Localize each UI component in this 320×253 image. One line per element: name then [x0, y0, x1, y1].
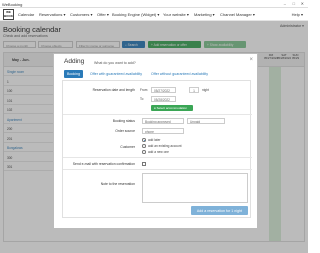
from-date-input[interactable]: 05/27/2022: [151, 87, 176, 93]
dialog-title: Adding: [64, 58, 85, 65]
booking-status-select[interactable]: Booking approved: [142, 118, 184, 124]
menu-offer[interactable]: Offer ▾: [97, 12, 109, 17]
menu-reservations[interactable]: Reservations ▾: [39, 12, 65, 17]
customer-add-later-radio[interactable]: [142, 138, 146, 142]
tab-offer-not-guaranteed[interactable]: Offer without guaranteed availability: [148, 70, 211, 78]
dates-label: Reservation date and length: [92, 88, 135, 92]
customer-option-new: add a new one: [148, 150, 169, 154]
customer-label: Customer: [120, 145, 135, 149]
note-label: Note to the reservation: [100, 182, 135, 186]
form-divider: [63, 157, 252, 158]
from-label: From: [140, 88, 148, 92]
order-source-select[interactable]: phone: [142, 128, 184, 134]
note-textarea[interactable]: [142, 173, 248, 203]
maximize-icon[interactable]: □: [293, 1, 295, 6]
tab-booking[interactable]: Booking: [64, 70, 83, 78]
app-logo: WE BOOK: [3, 9, 14, 20]
nights-input[interactable]: 1: [189, 87, 199, 93]
customer-new-radio[interactable]: [142, 150, 146, 154]
to-label: To: [140, 97, 144, 101]
email-confirmation-checkbox[interactable]: [142, 162, 146, 166]
menu-customers[interactable]: Customers ▾: [70, 12, 92, 17]
booking-form: Reservation date and length From 05/27/2…: [62, 80, 252, 218]
main-menu-bar: WE BOOK Calendar Reservations ▾ Customer…: [0, 8, 308, 21]
select-accommodation-button[interactable]: ● Select accommodation: [151, 105, 193, 111]
menu-calendar[interactable]: Calendar: [18, 12, 34, 17]
window-title: WeBooking: [2, 1, 23, 7]
email-label: Send e-mail with reservation confirmatio…: [72, 162, 135, 166]
customer-option-existing: add an existing account: [148, 144, 182, 148]
payment-status-select[interactable]: Unpaid: [187, 118, 225, 124]
form-divider: [63, 169, 252, 170]
to-date-input[interactable]: 05/28/2022: [151, 96, 176, 102]
source-label: Order source: [115, 129, 135, 133]
adding-dialog: Adding What do you want to add? × Bookin…: [53, 53, 258, 229]
form-divider: [63, 114, 252, 115]
close-icon[interactable]: ×: [249, 57, 253, 63]
menu-your-website[interactable]: Your website ▾: [163, 12, 189, 17]
tab-offer-guaranteed[interactable]: Offer with guaranteed availability: [87, 70, 145, 78]
menu-channel-manager[interactable]: Channel Manager ▾: [220, 12, 255, 17]
window-titlebar: WeBooking – □ ✕: [0, 0, 308, 8]
nights-label: night: [202, 88, 209, 92]
minimize-icon[interactable]: –: [284, 1, 286, 6]
menu-booking-engine[interactable]: Booking Engine (Widget) ▾: [112, 12, 159, 17]
customer-option-later: add later: [148, 138, 161, 142]
customer-existing-radio[interactable]: [142, 144, 146, 148]
dialog-subtitle: What do you want to add?: [94, 60, 136, 65]
menu-marketing[interactable]: Marketing ▾: [194, 12, 215, 17]
close-window-icon[interactable]: ✕: [301, 1, 304, 6]
menu-help[interactable]: Help ▾: [292, 12, 303, 17]
add-reservation-submit-button[interactable]: Add a reservation for 1 night: [190, 206, 248, 215]
status-label: Booking status: [112, 119, 135, 123]
